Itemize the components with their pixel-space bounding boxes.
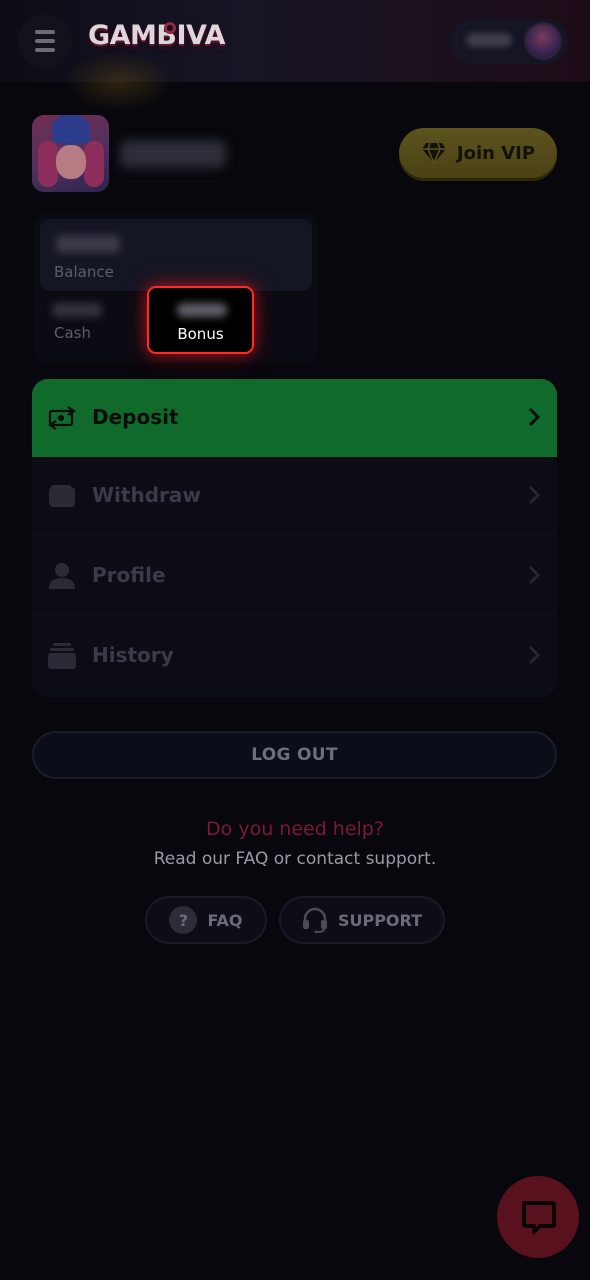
bonus-amount-hidden bbox=[177, 303, 227, 317]
username-hidden bbox=[120, 140, 226, 168]
bonus-label: Bonus bbox=[177, 325, 224, 343]
chevron-right-icon bbox=[528, 645, 541, 665]
join-vip-label: Join VIP bbox=[456, 142, 536, 164]
menu-item-history[interactable]: History bbox=[32, 617, 557, 695]
balance-label: Balance bbox=[54, 263, 114, 281]
wallet-icon bbox=[49, 485, 75, 507]
profile-avatar[interactable] bbox=[32, 115, 109, 192]
faq-button[interactable]: ? FAQ bbox=[145, 896, 267, 944]
account-menu: Deposit Withdraw Profile History bbox=[32, 379, 557, 697]
hamburger-icon bbox=[35, 39, 55, 43]
bonus-balance-highlight[interactable]: Bonus bbox=[147, 286, 254, 354]
help-title: Do you need help? bbox=[206, 818, 384, 840]
chat-bubble-icon bbox=[522, 1201, 556, 1234]
question-mark-icon: ? bbox=[169, 906, 198, 934]
cash-label: Cash bbox=[54, 324, 91, 342]
support-button[interactable]: SUPPORT bbox=[279, 896, 445, 944]
chevron-right-icon bbox=[528, 407, 541, 427]
site-logo[interactable]: GAMBIVA bbox=[88, 20, 226, 60]
hamburger-icon bbox=[35, 30, 55, 34]
menu-item-label: Profile bbox=[92, 563, 166, 587]
hamburger-icon bbox=[35, 48, 55, 52]
logout-button[interactable]: LOG OUT bbox=[32, 731, 557, 779]
person-icon bbox=[49, 563, 75, 589]
menu-item-withdraw[interactable]: Withdraw bbox=[32, 457, 557, 535]
diamond-icon bbox=[421, 142, 446, 164]
balance-summary: Balance bbox=[40, 219, 312, 291]
menu-item-label: History bbox=[92, 643, 174, 667]
header-balance-pill[interactable] bbox=[450, 18, 568, 64]
join-vip-button[interactable]: Join VIP bbox=[399, 128, 557, 178]
menu-item-deposit[interactable]: Deposit bbox=[32, 379, 557, 457]
user-avatar-icon[interactable] bbox=[524, 22, 562, 60]
stack-icon bbox=[48, 643, 76, 669]
balance-amount-hidden bbox=[56, 235, 120, 253]
logo-swirl-icon bbox=[164, 22, 176, 34]
chevron-right-icon bbox=[528, 565, 541, 585]
chevron-right-icon bbox=[528, 485, 541, 505]
header-glow-decoration bbox=[64, 52, 174, 112]
menu-item-label: Deposit bbox=[92, 405, 179, 429]
help-subtitle: Read our FAQ or contact support. bbox=[153, 849, 437, 869]
top-header: GAMBIVA bbox=[0, 0, 590, 112]
menu-item-label: Withdraw bbox=[92, 483, 201, 507]
support-label: SUPPORT bbox=[337, 910, 423, 930]
faq-label: FAQ bbox=[207, 910, 243, 930]
menu-item-profile[interactable]: Profile bbox=[32, 537, 557, 615]
hamburger-menu-button[interactable] bbox=[18, 14, 72, 68]
header-balance-amount-hidden bbox=[466, 33, 512, 47]
headset-icon bbox=[302, 907, 327, 933]
cash-amount-hidden bbox=[52, 303, 102, 317]
live-chat-button[interactable] bbox=[497, 1176, 579, 1258]
exchange-icon bbox=[48, 406, 76, 430]
